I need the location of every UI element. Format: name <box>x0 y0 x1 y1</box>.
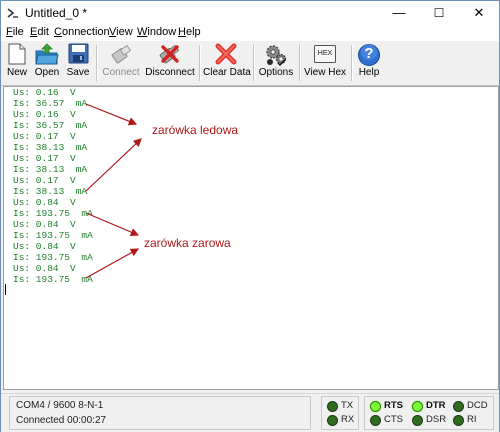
menu-window[interactable]: Window <box>137 26 176 38</box>
cts-led-icon <box>370 415 381 426</box>
menu-view-label: iew <box>116 26 133 38</box>
usb-plug-icon <box>111 44 132 64</box>
close-button[interactable]: ✕ <box>459 1 499 25</box>
usb-disconnect-icon <box>159 44 180 64</box>
connect-label: Connect <box>102 67 140 78</box>
dcd-label: DCD <box>467 400 488 411</box>
view-hex-button[interactable]: HEX View Hex <box>303 42 347 82</box>
hex-icon-text: HEX <box>317 50 333 57</box>
menu-connection-label: onnection <box>61 26 110 38</box>
help-button[interactable]: ? Help <box>355 42 383 82</box>
open-label: Open <box>34 67 60 78</box>
rts-led-icon <box>370 401 381 412</box>
menu-connection[interactable]: Connection <box>54 26 110 38</box>
menu-bar: File Edit Connection View Window Help <box>1 25 499 41</box>
port-settings: COM4 / 9600 8-N-1 <box>16 400 104 411</box>
toolbar-separator <box>299 45 301 81</box>
app-icon <box>7 8 18 18</box>
rx-led-icon <box>327 415 338 426</box>
terminal-output[interactable]: Us: 0.16 V Is: 36.57 mA Us: 0.16 V Is: 3… <box>3 86 499 390</box>
dsr-led-icon <box>412 415 423 426</box>
maximize-button[interactable]: ☐ <box>419 1 459 25</box>
tx-label: TX <box>341 400 354 411</box>
arrow-incandescent-top <box>85 212 140 237</box>
annotation-arrows <box>85 103 142 279</box>
view-hex-label: View Hex <box>303 67 347 78</box>
dtr-label: DTR <box>426 400 446 411</box>
options-label: Options <box>258 67 294 78</box>
ri-label: RI <box>467 414 477 425</box>
menu-edit[interactable]: Edit <box>30 26 49 38</box>
menu-help[interactable]: Help <box>178 26 201 38</box>
window-title: Untitled_0 * <box>25 6 88 20</box>
floppy-disk-icon <box>68 43 89 64</box>
arrow-led-bottom <box>85 138 142 192</box>
menu-window-label: indow <box>147 26 177 38</box>
new-button[interactable]: New <box>4 42 30 82</box>
cts-label: CTS <box>384 414 403 425</box>
open-button[interactable]: Open <box>33 42 61 82</box>
rts-label: RTS <box>384 400 403 411</box>
annotation-led-bulb: zarówka ledowa <box>152 123 239 137</box>
save-label: Save <box>66 67 90 78</box>
menu-file[interactable]: File <box>6 26 24 38</box>
toolbar-separator <box>96 45 98 81</box>
menu-connection-mnemonic: C <box>54 26 62 38</box>
clear-data-label: Clear Data <box>203 67 251 78</box>
toolbar-separator <box>199 45 201 81</box>
minimize-button[interactable]: — <box>379 1 419 25</box>
help-label: Help <box>358 67 380 78</box>
txrx-led-panel: TX RX <box>321 396 359 430</box>
dcd-led-icon <box>453 401 464 412</box>
menu-view[interactable]: View <box>109 26 133 38</box>
menu-window-mnemonic: W <box>137 26 148 38</box>
dtr-led-icon <box>412 401 423 412</box>
disconnect-label: Disconnect <box>145 67 195 78</box>
menu-edit-label: dit <box>37 26 49 38</box>
open-folder-icon <box>35 43 59 65</box>
connect-button[interactable]: Connect <box>101 42 141 82</box>
connection-timer: Connected 00:00:27 <box>16 415 107 426</box>
new-document-icon <box>8 43 26 65</box>
clear-data-button[interactable]: Clear Data <box>203 42 251 82</box>
toolbar-separator <box>253 45 255 81</box>
menu-file-label: ile <box>12 26 24 38</box>
clear-x-icon <box>215 43 237 65</box>
rx-label: RX <box>341 414 355 425</box>
connection-info-panel: COM4 / 9600 8-N-1 Connected 00:00:27 <box>9 396 311 430</box>
menu-help-mnemonic: H <box>178 26 186 38</box>
tx-led-icon <box>327 401 338 412</box>
new-label: New <box>6 67 27 78</box>
annotation-incandescent-bulb: zarówka zarowa <box>144 236 231 250</box>
dsr-label: DSR <box>426 414 447 425</box>
options-button[interactable]: Options <box>257 42 295 82</box>
gears-icon <box>266 45 287 66</box>
disconnect-button[interactable]: Disconnect <box>145 42 195 82</box>
save-button[interactable]: Save <box>65 42 91 82</box>
ri-led-icon <box>453 415 464 426</box>
help-icon-text: ? <box>364 45 374 62</box>
status-bar: COM4 / 9600 8-N-1 Connected 00:00:27 TX … <box>1 393 499 432</box>
arrow-incandescent-bottom <box>85 248 140 279</box>
toolbar-separator <box>351 45 353 81</box>
menu-help-label: elp <box>185 26 201 38</box>
toolbar: New Open Save Connect Disconnect Clear D… <box>1 41 499 86</box>
title-bar[interactable]: Untitled_0 * — ☐ ✕ <box>1 1 499 25</box>
menu-file-mnemonic: F <box>6 26 13 38</box>
arrow-led-top <box>85 103 138 126</box>
app-window: Untitled_0 * — ☐ ✕ File Edit Connection … <box>0 0 500 432</box>
signal-led-panel: RTS CTS DTR DSR DCD RI <box>364 396 494 430</box>
